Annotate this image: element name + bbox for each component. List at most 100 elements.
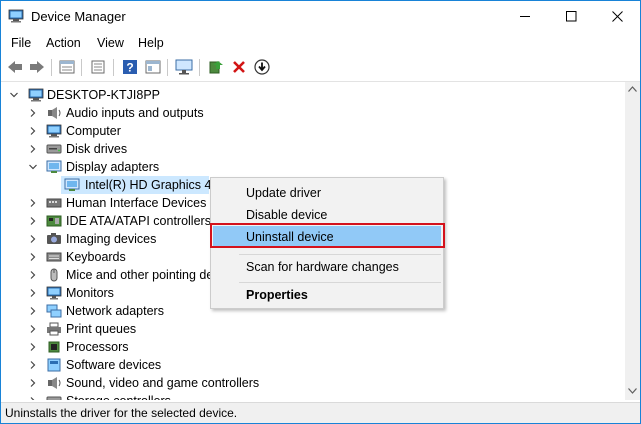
tree-item-disk-drives[interactable]: Disk drives bbox=[1, 140, 361, 158]
properties-icon bbox=[59, 60, 75, 74]
keyboard-icon bbox=[46, 252, 62, 262]
mouse-icon bbox=[50, 268, 58, 282]
speaker-icon bbox=[48, 107, 61, 119]
uninstall-button[interactable] bbox=[229, 57, 249, 77]
chevron-right-icon[interactable] bbox=[28, 306, 38, 316]
tree-root-label: DESKTOP-KTJI8PP bbox=[47, 88, 160, 102]
device-manager-window: Device Manager File Action View Help ? D… bbox=[0, 0, 641, 424]
storage-icon bbox=[46, 396, 62, 400]
menu-view[interactable]: View bbox=[97, 36, 124, 50]
tree-item-label: Network adapters bbox=[66, 304, 164, 318]
download-icon bbox=[254, 59, 270, 75]
properties-menu-item[interactable]: Properties bbox=[211, 284, 443, 306]
tree-item-label: Computer bbox=[66, 124, 121, 138]
back-button[interactable] bbox=[5, 57, 25, 77]
close-icon bbox=[611, 11, 623, 22]
computer-icon bbox=[46, 124, 62, 138]
tree-item-processors[interactable]: Processors bbox=[1, 338, 361, 356]
chevron-right-icon[interactable] bbox=[28, 342, 38, 352]
hid-icon bbox=[46, 198, 62, 208]
tree-item-label: Processors bbox=[66, 340, 129, 354]
chevron-right-icon[interactable] bbox=[28, 396, 38, 400]
tree-item-storage[interactable]: Storage controllers bbox=[1, 392, 361, 400]
printer-icon bbox=[47, 322, 61, 336]
chevron-right-icon[interactable] bbox=[28, 360, 38, 370]
properties-button[interactable] bbox=[57, 57, 77, 77]
chevron-right-icon[interactable] bbox=[28, 144, 38, 154]
ide-icon bbox=[46, 215, 62, 227]
tree-root[interactable]: DESKTOP-KTJI8PP bbox=[1, 86, 361, 104]
forward-button[interactable] bbox=[27, 57, 47, 77]
chevron-down-icon[interactable] bbox=[9, 90, 19, 100]
chevron-right-icon[interactable] bbox=[28, 378, 38, 388]
software-icon bbox=[47, 358, 61, 372]
chevron-right-icon[interactable] bbox=[28, 288, 38, 298]
window-title: Device Manager bbox=[31, 9, 126, 24]
tree-item-mice[interactable]: Mice and other pointing devices bbox=[1, 266, 211, 284]
computer-icon bbox=[28, 88, 44, 102]
status-bar: Uninstalls the driver for the selected d… bbox=[1, 402, 640, 423]
back-icon bbox=[8, 61, 22, 73]
network-icon bbox=[46, 304, 62, 318]
chevron-right-icon[interactable] bbox=[28, 270, 38, 280]
menu-bar: File Action View Help bbox=[1, 32, 640, 54]
scan-hardware-menu-item[interactable]: Scan for hardware changes bbox=[211, 256, 443, 278]
close-button[interactable] bbox=[594, 1, 640, 32]
chevron-right-icon[interactable] bbox=[28, 126, 38, 136]
uninstall-icon bbox=[233, 61, 245, 73]
chevron-right-icon[interactable] bbox=[28, 108, 38, 118]
processor-icon bbox=[48, 341, 60, 353]
chevron-right-icon[interactable] bbox=[28, 324, 38, 334]
update-driver-menu-item[interactable]: Update driver bbox=[211, 182, 443, 204]
scroll-up-icon[interactable] bbox=[628, 86, 637, 92]
update-driver-button[interactable] bbox=[206, 57, 226, 77]
tree-item-computer[interactable]: Computer bbox=[1, 122, 361, 140]
scroll-down-icon[interactable] bbox=[628, 388, 637, 394]
minimize-icon bbox=[519, 16, 530, 17]
vertical-scrollbar[interactable] bbox=[625, 82, 640, 400]
chevron-right-icon[interactable] bbox=[28, 198, 38, 208]
tree-item-sound-video[interactable]: Sound, video and game controllers bbox=[1, 374, 361, 392]
maximize-button[interactable] bbox=[548, 1, 594, 32]
chevron-right-icon[interactable] bbox=[28, 234, 38, 244]
chevron-right-icon[interactable] bbox=[28, 252, 38, 262]
tree-icon bbox=[91, 60, 105, 74]
help-icon: ? bbox=[123, 60, 137, 75]
scan-hardware-button[interactable] bbox=[174, 57, 194, 77]
tree-item-display-adapters[interactable]: Display adapters bbox=[1, 158, 361, 176]
tree-item-audio[interactable]: Audio inputs and outputs bbox=[1, 104, 361, 122]
tree-item-label: Human Interface Devices bbox=[66, 196, 207, 210]
svg-text:?: ? bbox=[126, 61, 133, 75]
tree-item-label: IDE ATA/ATAPI controllers bbox=[66, 214, 211, 228]
tree-item-label: Disk drives bbox=[66, 142, 128, 156]
tree-item-label: Software devices bbox=[66, 358, 162, 372]
monitor-icon bbox=[46, 286, 62, 300]
minimize-button[interactable] bbox=[502, 1, 548, 32]
tree-item-label: Print queues bbox=[66, 322, 137, 336]
disk-icon bbox=[46, 144, 62, 154]
view-button[interactable] bbox=[143, 57, 163, 77]
camera-icon bbox=[47, 233, 61, 244]
enable-device-button[interactable] bbox=[252, 57, 272, 77]
help-button[interactable]: ? bbox=[120, 57, 140, 77]
tree-item-software-devices[interactable]: Software devices bbox=[1, 356, 361, 374]
tree-view-button[interactable] bbox=[88, 57, 108, 77]
display-adapter-icon bbox=[64, 178, 80, 191]
menu-file[interactable]: File bbox=[11, 36, 31, 50]
callout-highlight-box bbox=[210, 223, 445, 248]
tree-item-label: Display adapters bbox=[66, 160, 160, 174]
tree-item-print-queues[interactable]: Print queues bbox=[1, 320, 361, 338]
tree-item-intel-hd-graphics[interactable]: Intel(R) HD Graphics 4600 bbox=[1, 176, 211, 194]
menu-help[interactable]: Help bbox=[138, 36, 164, 50]
menu-separator bbox=[239, 254, 441, 255]
forward-icon bbox=[30, 61, 44, 73]
tree-item-label: Storage controllers bbox=[66, 392, 171, 400]
tree-item-label: Mice and other pointing devices bbox=[66, 268, 211, 282]
chevron-right-icon[interactable] bbox=[28, 216, 38, 226]
device-manager-icon bbox=[8, 9, 24, 23]
chevron-down-icon[interactable] bbox=[28, 162, 38, 172]
tree-item-label: Audio inputs and outputs bbox=[66, 106, 204, 120]
tree-item-label: Monitors bbox=[66, 286, 114, 300]
title-bar: Device Manager bbox=[1, 1, 640, 32]
menu-action[interactable]: Action bbox=[46, 36, 81, 50]
